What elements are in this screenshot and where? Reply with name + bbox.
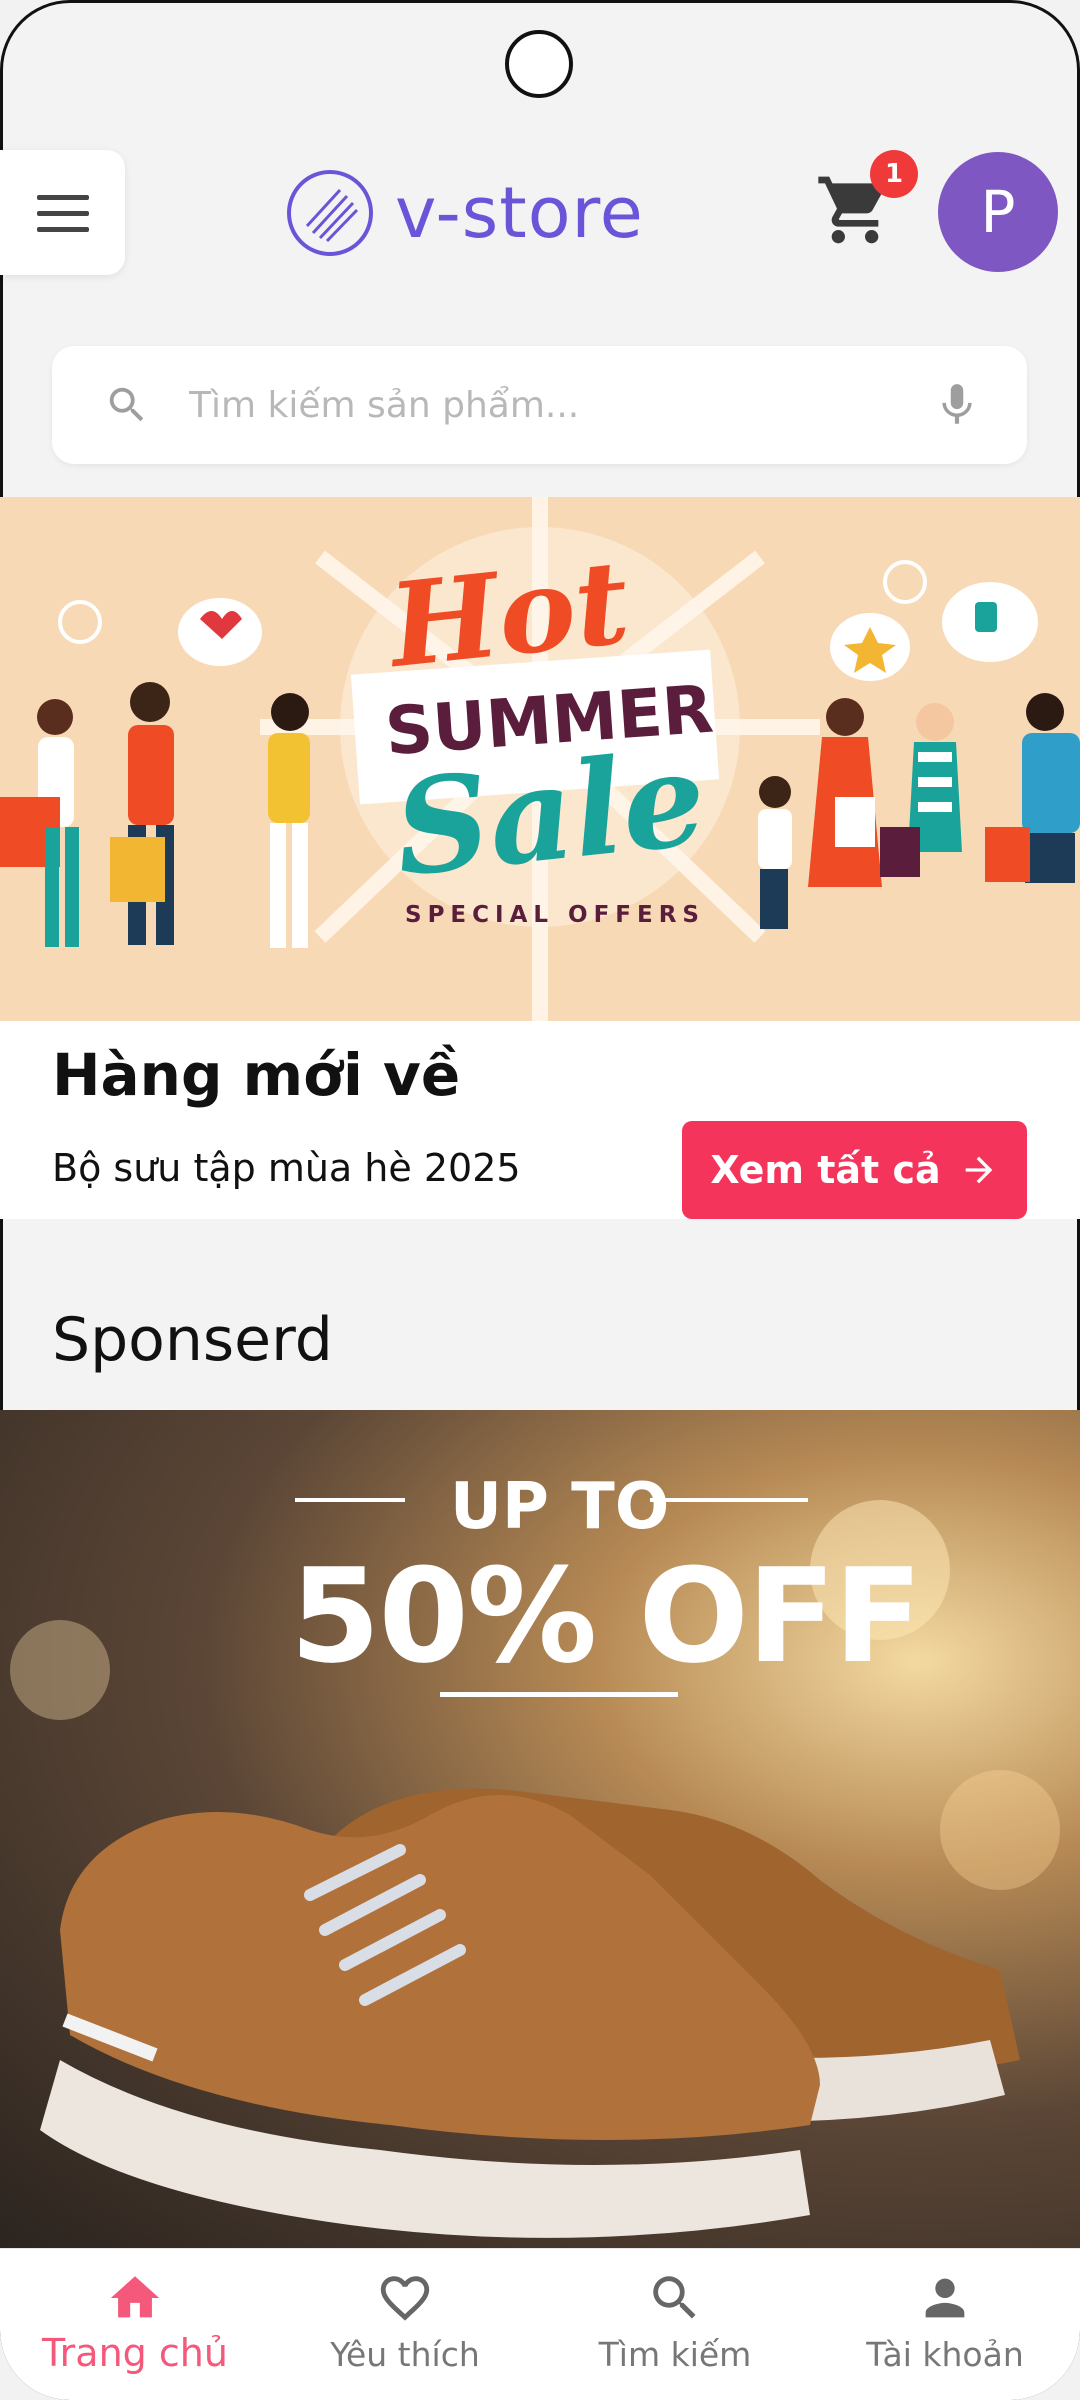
arrow-right-icon <box>965 1156 992 1184</box>
section-subtitle: Bộ sưu tập mùa hè 2025 <box>52 1146 521 1190</box>
nav-label-home: Trang chủ <box>42 2331 228 2375</box>
person-icon <box>925 2278 965 2318</box>
banner-sale-text: Sale <box>387 721 713 906</box>
nav-label-account: Tài khoản <box>866 2335 1024 2374</box>
search-input[interactable] <box>187 383 932 427</box>
nav-label-search: Tìm kiếm <box>598 2335 752 2374</box>
camera-notch <box>505 30 573 98</box>
logo-mark-icon <box>287 169 373 256</box>
sponsored-title: Sponserd <box>52 1305 333 1375</box>
banner-special-offers-text: SPECIAL OFFERS <box>405 902 705 928</box>
logo-text: v-store <box>395 171 644 254</box>
sponsored-promo-banner[interactable]: UP TO 50% OFF <box>0 1410 1080 2248</box>
cart-count-badge: 1 <box>870 150 918 198</box>
see-all-button[interactable]: Xem tất cả <box>682 1121 1027 1219</box>
search-icon <box>653 2276 696 2319</box>
microphone-icon[interactable] <box>932 380 982 430</box>
nav-item-favorites[interactable]: Yêu thích <box>270 2249 540 2400</box>
new-arrivals-section: Hàng mới về Bộ sưu tập mùa hè 2025 Xem t… <box>0 1021 1080 1219</box>
hamburger-icon <box>36 194 89 232</box>
promo-discount-text: 50% OFF <box>290 1540 923 1692</box>
promo-underline <box>440 1692 678 1697</box>
promo-rule-left <box>295 1498 405 1502</box>
menu-button[interactable] <box>0 150 125 275</box>
bottom-navigation: Trang chủ Yêu thích Tìm kiếm Tài khoản <box>0 2248 1080 2400</box>
nav-item-home[interactable]: Trang chủ <box>0 2249 270 2400</box>
avatar[interactable]: P <box>938 152 1058 272</box>
store-logo[interactable]: v-store <box>285 165 644 260</box>
promo-rule-right <box>650 1498 808 1502</box>
home-icon <box>110 2276 160 2318</box>
search-bar[interactable] <box>52 346 1027 464</box>
see-all-label: Xem tất cả <box>710 1148 941 1192</box>
nav-item-search[interactable]: Tìm kiếm <box>540 2249 810 2400</box>
hot-summer-sale-banner[interactable]: Hot SUMMER Sale SPECIAL OFFERS <box>0 497 1080 1021</box>
heart-icon <box>380 2276 430 2321</box>
banner-hot-text: Hot <box>383 534 635 695</box>
promo-up-to-text: UP TO <box>450 1470 670 1544</box>
phone-frame: v-store 1 P Tìm kiếm sản phẩm... Hot SUM… <box>0 0 1080 2400</box>
nav-item-account[interactable]: Tài khoản <box>810 2249 1080 2400</box>
search-icon <box>109 387 144 422</box>
nav-label-favorites: Yêu thích <box>330 2335 480 2374</box>
section-title: Hàng mới về <box>52 1041 461 1109</box>
